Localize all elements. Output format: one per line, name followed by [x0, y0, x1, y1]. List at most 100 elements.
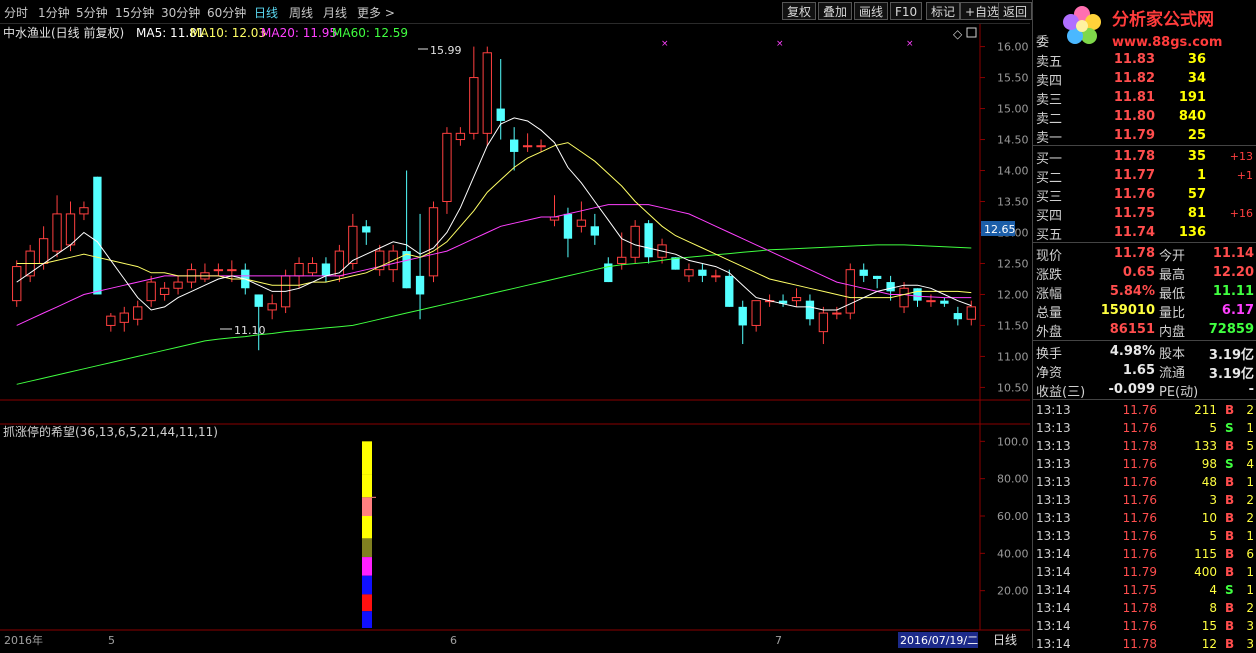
- tick-volume: 115: [1194, 547, 1217, 561]
- candle: [738, 300, 747, 345]
- candle: [630, 220, 640, 264]
- fuquan-button[interactable]: 复权: [782, 2, 817, 20]
- candle: [469, 46, 479, 140]
- signal-marker-icon: ×: [776, 39, 784, 49]
- high-annotation: 15.99: [430, 44, 462, 57]
- candle: [576, 201, 587, 233]
- tick-side: B: [1225, 547, 1235, 561]
- kline-chart[interactable]: × × × 中水渔业(日线 前复权) MA5: 11.81 MA10: 12.03 …: [0, 24, 1030, 648]
- fund-label: 换手: [1036, 347, 1063, 362]
- candle: [818, 306, 829, 345]
- tick-time: 13:13: [1036, 475, 1071, 489]
- ma10-line: [16, 142, 972, 299]
- ma20-legend: MA20: 11.95: [261, 26, 337, 40]
- mark-button[interactable]: 标记: [926, 2, 961, 20]
- period-more[interactable]: 更多 >: [357, 4, 395, 21]
- period-weekly[interactable]: 周线: [289, 4, 313, 21]
- diamond-icon[interactable]: ◇: [953, 27, 963, 41]
- tick-time: 13:13: [1036, 511, 1071, 525]
- candle: [549, 195, 560, 227]
- price-axis-label: 14.00: [997, 165, 1029, 178]
- period-daily[interactable]: 日线: [254, 4, 278, 21]
- ask-volume: 36: [1187, 52, 1206, 67]
- tick-time: 13:14: [1036, 637, 1071, 651]
- tick-volume: 400: [1194, 565, 1217, 579]
- candle: [684, 263, 694, 283]
- tick-price: 11.76: [1122, 547, 1157, 561]
- ask-row: 卖三 11.81 191: [1033, 88, 1256, 108]
- tick-side: S: [1225, 421, 1234, 435]
- tick-time: 13:13: [1036, 421, 1071, 435]
- back-button[interactable]: 返回: [998, 2, 1033, 20]
- ask-row: 卖五 11.83 36: [1033, 50, 1256, 70]
- candle: [778, 294, 788, 307]
- stat-value-2: 6.17: [1221, 303, 1254, 318]
- period-5min[interactable]: 5分钟: [76, 4, 108, 21]
- tick-price: 11.76: [1122, 619, 1157, 633]
- tick-price: 11.76: [1122, 493, 1157, 507]
- tick-side: B: [1225, 475, 1235, 489]
- candle: [294, 257, 304, 289]
- bid-volume: 57: [1187, 187, 1206, 202]
- period-15min[interactable]: 15分钟: [115, 4, 154, 21]
- bid-volume: 81: [1187, 206, 1206, 221]
- period-monthly[interactable]: 月线: [323, 4, 347, 21]
- tick-row: 13:13 11.76 5 S 1: [1033, 419, 1256, 437]
- tick-volume: 5: [1209, 529, 1217, 543]
- tick-side: B: [1225, 493, 1235, 507]
- tick-count: 1: [1246, 529, 1254, 543]
- indicator-title: 抓涨停的希望(36,13,6,5,21,44,11,11): [3, 424, 218, 439]
- candle: [845, 263, 855, 320]
- candle: [509, 127, 519, 171]
- ma20-line: [16, 204, 972, 326]
- price-axis-label: 12.00: [997, 288, 1029, 301]
- period-fenshi[interactable]: 分时: [4, 4, 28, 21]
- tick-volume: 15: [1201, 619, 1217, 633]
- ask-row: 卖一 11.79 25: [1033, 126, 1256, 146]
- candle: [173, 275, 183, 295]
- ask-label: 卖二: [1036, 112, 1063, 127]
- bid-change: +13: [1229, 150, 1253, 163]
- period-indicator[interactable]: 日线: [993, 633, 1017, 647]
- price-axis-label: 13.50: [997, 196, 1029, 209]
- ma10-legend: MA10: 12.03: [190, 26, 266, 40]
- candle: [133, 300, 143, 326]
- chart-area[interactable]: × × × 中水渔业(日线 前复权) MA5: 11.81 MA10: 12.03 …: [0, 24, 1030, 648]
- candle: [522, 133, 533, 152]
- fund-value: 4.98%: [1109, 344, 1155, 359]
- tick-volume: 98: [1201, 457, 1217, 471]
- ask-volume: 840: [1178, 109, 1206, 124]
- indicator-bar-segment: [362, 474, 372, 498]
- draw-line-button[interactable]: 画线: [854, 2, 889, 20]
- f10-button[interactable]: F10: [890, 2, 923, 20]
- tick-time: 13:13: [1036, 457, 1071, 471]
- tick-row: 13:13 11.76 98 S 4: [1033, 455, 1256, 473]
- candle: [254, 294, 263, 351]
- partial-label: 委: [1036, 35, 1050, 50]
- ask-volume: 191: [1178, 90, 1206, 105]
- maximize-icon[interactable]: [966, 27, 977, 38]
- indicator-axis-label: 100.0: [997, 435, 1029, 448]
- fund-label: 净资: [1036, 366, 1063, 381]
- period-1min[interactable]: 1分钟: [38, 4, 70, 21]
- stat-label: 现价: [1036, 249, 1063, 264]
- stat-label-2: 最低: [1159, 287, 1186, 302]
- overlay-button[interactable]: 叠加: [818, 2, 853, 20]
- tick-count: 1: [1246, 475, 1254, 489]
- tick-side: B: [1225, 511, 1235, 525]
- candle: [953, 306, 963, 326]
- candle: [402, 170, 411, 289]
- watermark-logo: 分析家公式网 www.88gs.com: [1060, 0, 1256, 52]
- period-30min[interactable]: 30分钟: [161, 4, 200, 21]
- tick-side: B: [1225, 619, 1235, 633]
- stat-value-2: 72859: [1208, 322, 1254, 337]
- tick-row: 13:13 11.76 3 B 2: [1033, 491, 1256, 509]
- candle: [321, 257, 331, 283]
- flower-logo-icon: [1063, 6, 1101, 44]
- candle: [213, 263, 224, 276]
- period-60min[interactable]: 60分钟: [207, 4, 246, 21]
- candle: [805, 294, 815, 326]
- bid-volume: 136: [1178, 225, 1206, 240]
- tick-volume: 12: [1201, 637, 1217, 651]
- candle: [698, 263, 707, 283]
